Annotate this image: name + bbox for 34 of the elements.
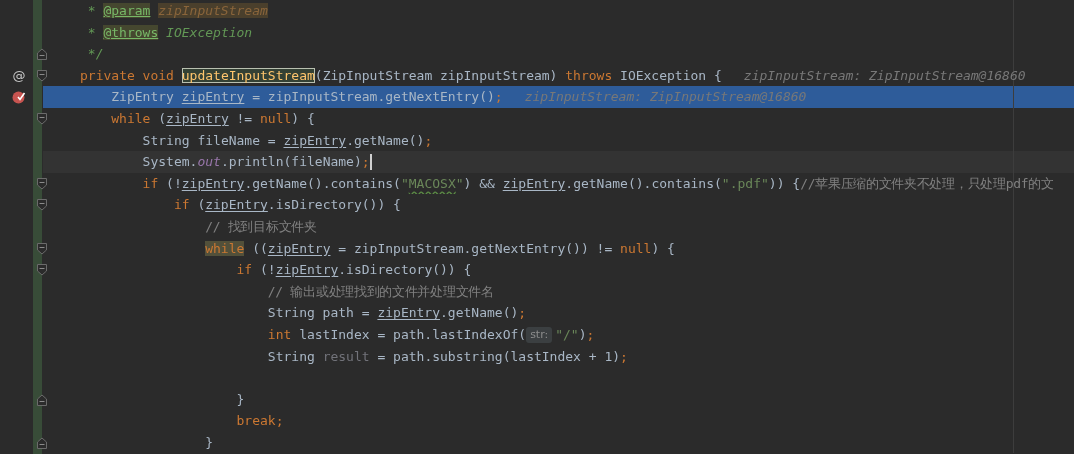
code-line: * @throws IOException bbox=[87, 23, 253, 42]
breakpoint-icon[interactable] bbox=[12, 90, 26, 105]
code-line: break; bbox=[236, 412, 284, 431]
fold-marker-icon[interactable] bbox=[37, 199, 47, 212]
fold-marker-icon[interactable] bbox=[37, 242, 47, 255]
code-line: while (zipEntry != null) { bbox=[111, 109, 315, 128]
parameter-hint: str: bbox=[526, 326, 553, 343]
fold-marker-icon[interactable] bbox=[37, 48, 47, 61]
fold-marker-icon[interactable] bbox=[37, 69, 47, 82]
fold-marker-icon[interactable] bbox=[37, 264, 47, 277]
code-line: * @param zipInputStream bbox=[87, 2, 268, 20]
code-line: while ((zipEntry = zipInputStream.getNextEntry()) != null) { bbox=[205, 239, 675, 258]
fold-marker-icon[interactable] bbox=[37, 393, 47, 406]
code-line: */ bbox=[87, 45, 104, 64]
code-line: System.out.println(fileName); bbox=[142, 153, 370, 172]
code-line: int lastIndex = path.lastIndexOf( bbox=[267, 325, 527, 344]
fold-marker-icon[interactable] bbox=[37, 177, 47, 190]
code-line: String fileName = zipEntry.getName(); bbox=[142, 131, 433, 150]
override-icon[interactable]: @ bbox=[12, 68, 26, 83]
code-line: // 找到目标文件夹 bbox=[205, 217, 317, 236]
fold-marker-icon[interactable] bbox=[37, 436, 47, 449]
code-line: if (!zipEntry.isDirectory()) { bbox=[236, 261, 472, 280]
debug-value-hint: zipInputStream: ZipInputStream@16860 bbox=[743, 66, 1026, 85]
code-line: "/"); bbox=[555, 325, 595, 344]
code-line: if (!zipEntry.getName().contains("MACOSX") && zipEntry.getName().contains(".pdf")) {//苹果压缩的文件夹不处理，只处理pdf的文 bbox=[142, 174, 1054, 193]
fold-marker-icon[interactable] bbox=[37, 112, 47, 125]
code-line: // 输出或处理找到的文件并处理文件名 bbox=[267, 282, 494, 301]
code-line: String path = zipEntry.getName(); bbox=[267, 304, 527, 323]
debug-value-hint: zipInputStream: ZipInputStream@16860 bbox=[524, 88, 807, 107]
code-line: String result = path.substring(lastIndex + 1); bbox=[267, 347, 628, 366]
code-line: } bbox=[205, 433, 214, 452]
code-line: if (zipEntry.isDirectory()) { bbox=[173, 196, 401, 215]
code-line: ZipEntry zipEntry = zipInputStream.getNextEntry(); bbox=[111, 88, 503, 107]
code-line: } bbox=[236, 390, 245, 409]
